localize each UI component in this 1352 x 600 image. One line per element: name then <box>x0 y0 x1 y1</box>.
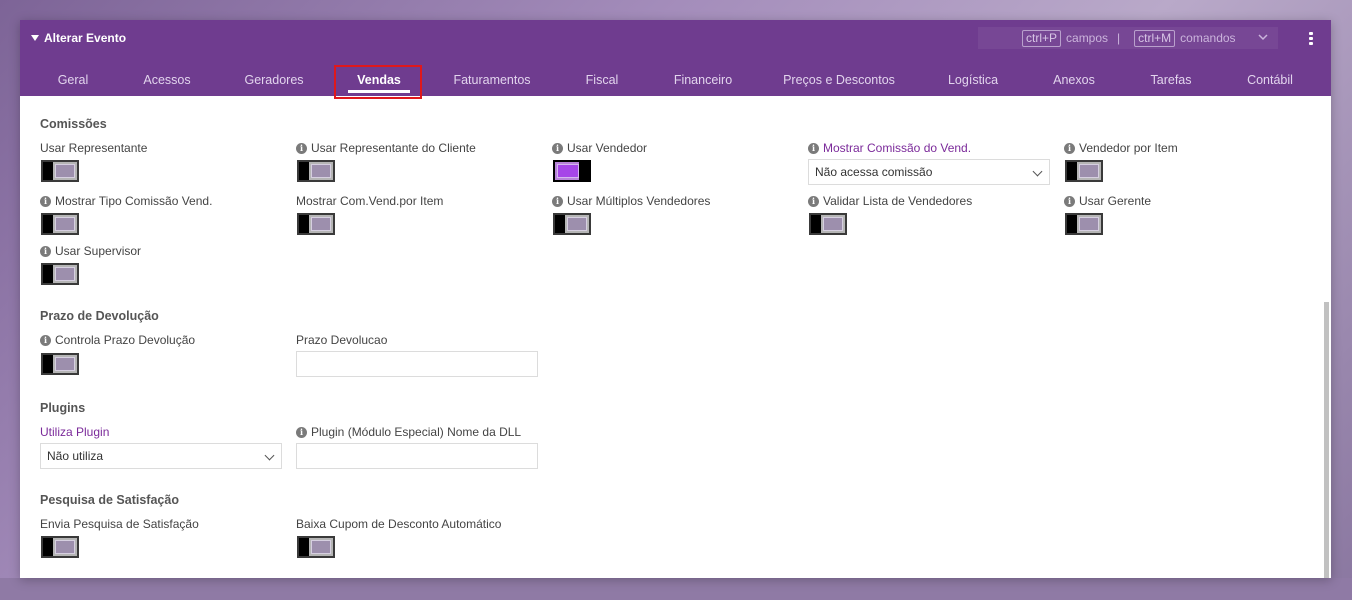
baixa-cupom-toggle[interactable] <box>297 536 335 558</box>
usar-vendedor-label: i Usar Vendedor <box>552 141 647 155</box>
chevron-down-icon[interactable] <box>1258 32 1268 42</box>
section-title-prazo-devolucao: Prazo de Devolução <box>40 309 159 323</box>
usar-representante-cliente-toggle[interactable] <box>297 160 335 182</box>
tab-logistica[interactable]: Logística <box>936 64 1010 96</box>
info-icon[interactable]: i <box>40 195 51 207</box>
mostrar-tipo-comissao-toggle[interactable] <box>41 213 79 235</box>
tab-bar: Geral Acessos Geradores Vendas Faturamen… <box>20 64 1331 96</box>
usar-supervisor-label: i Usar Supervisor <box>40 244 141 258</box>
section-title-pesquisa: Pesquisa de Satisfação <box>40 493 179 507</box>
info-icon[interactable]: i <box>1064 195 1075 207</box>
active-tab-highlight <box>334 65 422 99</box>
select-value: Não acessa comissão <box>815 165 933 179</box>
mostrar-com-vend-item-toggle[interactable] <box>297 213 335 235</box>
vendedor-por-item-toggle[interactable] <box>1065 160 1103 182</box>
tab-contabil[interactable]: Contábil <box>1234 64 1306 96</box>
usar-representante-label: Usar Representante <box>40 141 148 155</box>
dialog-title-text: Alterar Evento <box>44 31 127 45</box>
controla-prazo-label: i Controla Prazo Devolução <box>40 333 195 347</box>
dialog-title[interactable]: Alterar Evento <box>31 31 126 45</box>
usar-supervisor-toggle[interactable] <box>41 263 79 285</box>
mostrar-com-vend-item-label: Mostrar Com.Vend.por Item <box>296 194 444 208</box>
baixa-cupom-label: Baixa Cupom de Desconto Automático <box>296 517 502 531</box>
usar-representante-cliente-label: i Usar Representante do Cliente <box>296 141 476 155</box>
usar-multiplos-vendedores-label: i Usar Múltiplos Vendedores <box>552 194 710 208</box>
vendedor-por-item-label: i Vendedor por Item <box>1064 141 1178 155</box>
info-icon[interactable]: i <box>808 195 819 207</box>
controla-prazo-toggle[interactable] <box>41 353 79 375</box>
vendas-tab-content: Comissões Usar Representante i Usar Repre… <box>20 96 1331 578</box>
info-icon[interactable]: i <box>296 142 307 154</box>
chevron-down-icon <box>1032 166 1043 177</box>
utiliza-plugin-label: Utiliza Plugin <box>40 425 110 439</box>
prazo-devolucao-label: Prazo Devolucao <box>296 333 388 347</box>
vertical-scrollbar[interactable] <box>1324 302 1329 578</box>
tab-faturamentos[interactable]: Faturamentos <box>444 64 540 96</box>
tab-geradores[interactable]: Geradores <box>234 64 314 96</box>
info-icon[interactable]: i <box>296 426 307 438</box>
commands-shortcut-label[interactable]: comandos <box>1180 31 1235 45</box>
tab-tarefas[interactable]: Tarefas <box>1138 64 1204 96</box>
info-icon[interactable]: i <box>552 142 563 154</box>
tab-precos-descontos[interactable]: Preços e Descontos <box>772 64 906 96</box>
mostrar-tipo-comissao-label: i Mostrar Tipo Comissão Vend. <box>40 194 212 208</box>
shortcut-separator: | <box>1117 31 1121 45</box>
more-options-icon[interactable] <box>1309 32 1313 45</box>
background-strip <box>0 578 1352 600</box>
envia-pesquisa-label: Envia Pesquisa de Satisfação <box>40 517 199 531</box>
validar-lista-vendedores-label: i Validar Lista de Vendedores <box>808 194 972 208</box>
usar-multiplos-vendedores-toggle[interactable] <box>553 213 591 235</box>
section-title-plugins: Plugins <box>40 401 86 415</box>
mostrar-comissao-vend-select[interactable]: Não acessa comissão <box>808 159 1050 185</box>
plugin-dll-input[interactable] <box>296 443 538 469</box>
fields-shortcut-label[interactable]: campos <box>1066 31 1108 45</box>
prazo-devolucao-input[interactable] <box>296 351 538 377</box>
select-value: Não utiliza <box>47 449 104 463</box>
commands-shortcut-key: ctrl+M <box>1134 29 1176 47</box>
tab-acessos[interactable]: Acessos <box>130 64 204 96</box>
tab-financeiro[interactable]: Financeiro <box>663 64 743 96</box>
dialog-header: Alterar Evento ctrl+P campos | ctrl+M co… <box>20 20 1331 96</box>
usar-vendedor-toggle[interactable] <box>553 160 591 182</box>
fields-shortcut-key: ctrl+P <box>1022 29 1062 47</box>
usar-representante-toggle[interactable] <box>41 160 79 182</box>
envia-pesquisa-toggle[interactable] <box>41 536 79 558</box>
tab-anexos[interactable]: Anexos <box>1040 64 1108 96</box>
shortcut-bar: ctrl+P campos | ctrl+M comandos <box>978 27 1278 49</box>
mostrar-comissao-vend-label: i Mostrar Comissão do Vend. <box>808 141 971 155</box>
info-icon[interactable]: i <box>808 142 819 154</box>
section-title-comissoes: Comissões <box>40 117 107 131</box>
usar-gerente-toggle[interactable] <box>1065 213 1103 235</box>
tab-fiscal[interactable]: Fiscal <box>570 64 634 96</box>
info-icon[interactable]: i <box>552 195 563 207</box>
tab-geral[interactable]: Geral <box>46 64 100 96</box>
usar-gerente-label: i Usar Gerente <box>1064 194 1151 208</box>
plugin-dll-label: i Plugin (Módulo Especial) Nome da DLL <box>296 425 521 439</box>
event-dialog: Alterar Evento ctrl+P campos | ctrl+M co… <box>20 20 1331 578</box>
utiliza-plugin-select[interactable]: Não utiliza <box>40 443 282 469</box>
info-icon[interactable]: i <box>40 334 51 346</box>
validar-lista-vendedores-toggle[interactable] <box>809 213 847 235</box>
info-icon[interactable]: i <box>1064 142 1075 154</box>
chevron-down-icon <box>264 450 275 461</box>
info-icon[interactable]: i <box>40 245 51 257</box>
collapse-caret-icon[interactable] <box>31 35 39 41</box>
